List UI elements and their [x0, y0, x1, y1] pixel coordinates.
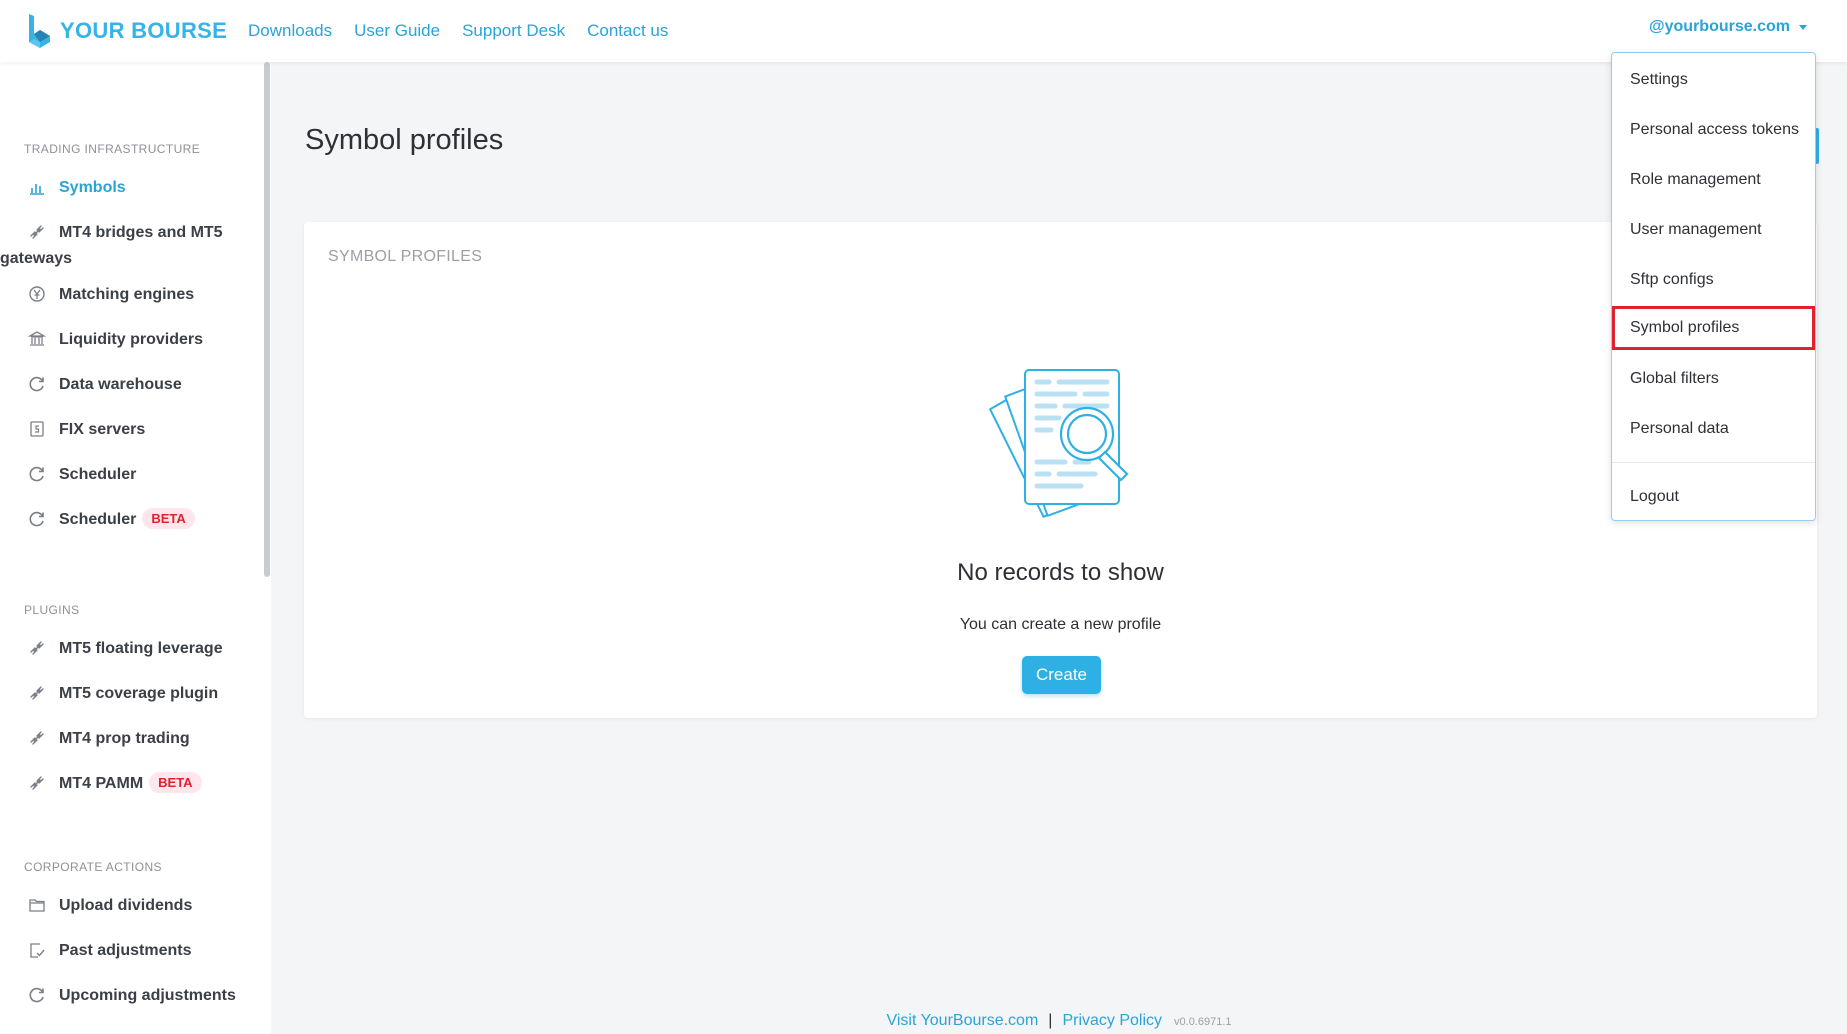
link-icon [30, 686, 44, 700]
documents-magnifier-icon [989, 369, 1129, 518]
account-menu-toggle[interactable]: @yourbourse.com [1649, 18, 1807, 36]
menu-item-logout[interactable]: Logout [1612, 472, 1815, 522]
sidebar-item-past-adjustments[interactable]: Past adjustments [24, 937, 254, 964]
sidebar-item-label-line2: gateways [0, 250, 73, 267]
sidebar-item-label: Liquidity providers [59, 331, 204, 348]
create-button[interactable]: Create [1022, 656, 1101, 694]
brand-name: YOUR BOURSE [60, 18, 228, 43]
sidebar-item-upload-dividends[interactable]: Upload dividends [24, 892, 254, 919]
section-trading-infrastructure: TRADING INFRASTRUCTURE Symbols MT4 bridg… [0, 142, 254, 533]
beta-badge: BETA [142, 508, 195, 529]
sidebar-item-label: Scheduler [59, 466, 137, 483]
link-icon [30, 776, 44, 790]
top-nav: Downloads User Guide Support Desk Contac… [248, 21, 690, 41]
refresh-icon [29, 376, 44, 392]
account-label: @yourbourse.com [1649, 18, 1790, 35]
privacy-policy-link[interactable]: Privacy Policy [1062, 1012, 1162, 1029]
refresh-icon [29, 466, 44, 482]
sidebar-item-label: Scheduler [59, 511, 137, 528]
nav-user-guide[interactable]: User Guide [354, 21, 440, 41]
page-title: Symbol profiles [305, 124, 504, 156]
link-icon [30, 641, 44, 655]
sidebar-item-liquidity-providers[interactable]: Liquidity providers [24, 326, 254, 353]
section-corporate-actions: CORPORATE ACTIONS Upload dividends Past … [24, 860, 254, 1009]
footer: Visit YourBourse.com | Privacy Policy v0.0.… [271, 1012, 1847, 1030]
sidebar-scrollbar[interactable] [264, 62, 270, 577]
sidebar-item-mt4-prop-trading[interactable]: MT4 prop trading [24, 725, 254, 752]
brand-logo-icon [29, 14, 50, 48]
footer-separator: | [1048, 1012, 1053, 1029]
sidebar-item-label: Upcoming adjustments [59, 987, 236, 1004]
visit-yourbourse-link[interactable]: Visit YourBourse.com [886, 1012, 1038, 1029]
menu-item-sftp-configs[interactable]: Sftp configs [1612, 255, 1815, 305]
link-icon [30, 731, 44, 745]
sidebar-item-label: Symbols [59, 179, 126, 196]
sidebar-item-mt5-floating-leverage[interactable]: MT5 floating leverage [24, 635, 254, 662]
sidebar-item-upcoming-adjustments[interactable]: Upcoming adjustments [24, 982, 254, 1009]
empty-state-subtitle: You can create a new profile [959, 616, 1162, 633]
sidebar-item-label: MT4 prop trading [59, 730, 190, 747]
sidebar-item-label: Data warehouse [59, 376, 182, 393]
menu-item-role-management[interactable]: Role management [1612, 155, 1815, 205]
menu-item-user-management[interactable]: User management [1612, 205, 1815, 255]
version-label: v0.0.6971.1 [1174, 1016, 1232, 1028]
bank-icon [28, 331, 46, 346]
sidebar-item-matching-engines[interactable]: Matching engines [24, 281, 254, 308]
sidebar-item-label: MT4 PAMM [59, 775, 144, 792]
caret-down-icon [1799, 24, 1807, 30]
sidebar-item-mt5-coverage-plugin[interactable]: MT5 coverage plugin [24, 680, 254, 707]
symbol-profiles-card: SYMBOL PROFILES No records to show You c… [304, 222, 1817, 718]
link-icon [30, 225, 44, 239]
folder-icon [29, 899, 45, 912]
card-heading: SYMBOL PROFILES [328, 248, 483, 265]
menu-item-personal-data[interactable]: Personal data [1612, 404, 1815, 454]
sidebar-item-label: Matching engines [59, 286, 195, 303]
top-bar: YOUR BOURSE Downloads User Guide Support… [0, 0, 1847, 62]
menu-item-settings[interactable]: Settings [1612, 55, 1815, 105]
nav-support-desk[interactable]: Support Desk [462, 21, 565, 41]
nav-downloads[interactable]: Downloads [248, 21, 332, 41]
empty-state-title: No records to show [957, 559, 1164, 586]
section-heading: PLUGINS [24, 603, 80, 617]
section-plugins: PLUGINS MT5 floating leverage MT5 covera… [24, 603, 254, 797]
sidebar: TRADING INFRASTRUCTURE Symbols MT4 bridg… [0, 62, 271, 1034]
sidebar-item-label: Past adjustments [59, 942, 192, 959]
account-dropdown-menu: Settings Personal access tokens Role man… [1611, 52, 1816, 521]
brand[interactable]: YOUR BOURSE [26, 12, 248, 50]
nav-contact-us[interactable]: Contact us [587, 21, 668, 41]
sidebar-item-label: MT5 floating leverage [59, 640, 223, 657]
sidebar-item-label: MT4 bridges and MT5 [59, 224, 223, 241]
menu-divider [1612, 462, 1815, 463]
sidebar-item-data-warehouse[interactable]: Data warehouse [24, 371, 254, 398]
refresh-icon [29, 987, 44, 1003]
sidebar-item-scheduler[interactable]: Scheduler [24, 461, 254, 488]
sidebar-item-mt4-pamm[interactable]: MT4 PAMM BETA [24, 770, 254, 797]
sidebar-item-label: FIX servers [59, 421, 146, 438]
menu-item-personal-access-tokens[interactable]: Personal access tokens [1612, 105, 1815, 155]
sidebar-item-label: Upload dividends [59, 897, 193, 914]
sidebar-item-fix-servers[interactable]: FIX servers [24, 416, 254, 443]
dollar-doc-icon [30, 421, 44, 437]
menu-item-symbol-profiles[interactable]: Symbol profiles [1612, 306, 1815, 350]
section-heading: CORPORATE ACTIONS [24, 860, 162, 874]
sidebar-item-scheduler-beta[interactable]: Scheduler BETA [24, 506, 254, 533]
refresh-icon [29, 511, 44, 527]
beta-badge: BETA [149, 772, 202, 793]
bar-chart-icon [30, 184, 44, 195]
sidebar-item-mt4-bridges[interactable]: MT4 bridges and MT5 gateways [0, 219, 254, 272]
check-doc-icon [30, 943, 45, 958]
yen-coin-icon [29, 286, 45, 302]
menu-item-global-filters[interactable]: Global filters [1612, 354, 1815, 404]
section-heading: TRADING INFRASTRUCTURE [24, 142, 201, 156]
sidebar-item-symbols[interactable]: Symbols [24, 174, 254, 201]
sidebar-item-label: MT5 coverage plugin [59, 685, 219, 702]
